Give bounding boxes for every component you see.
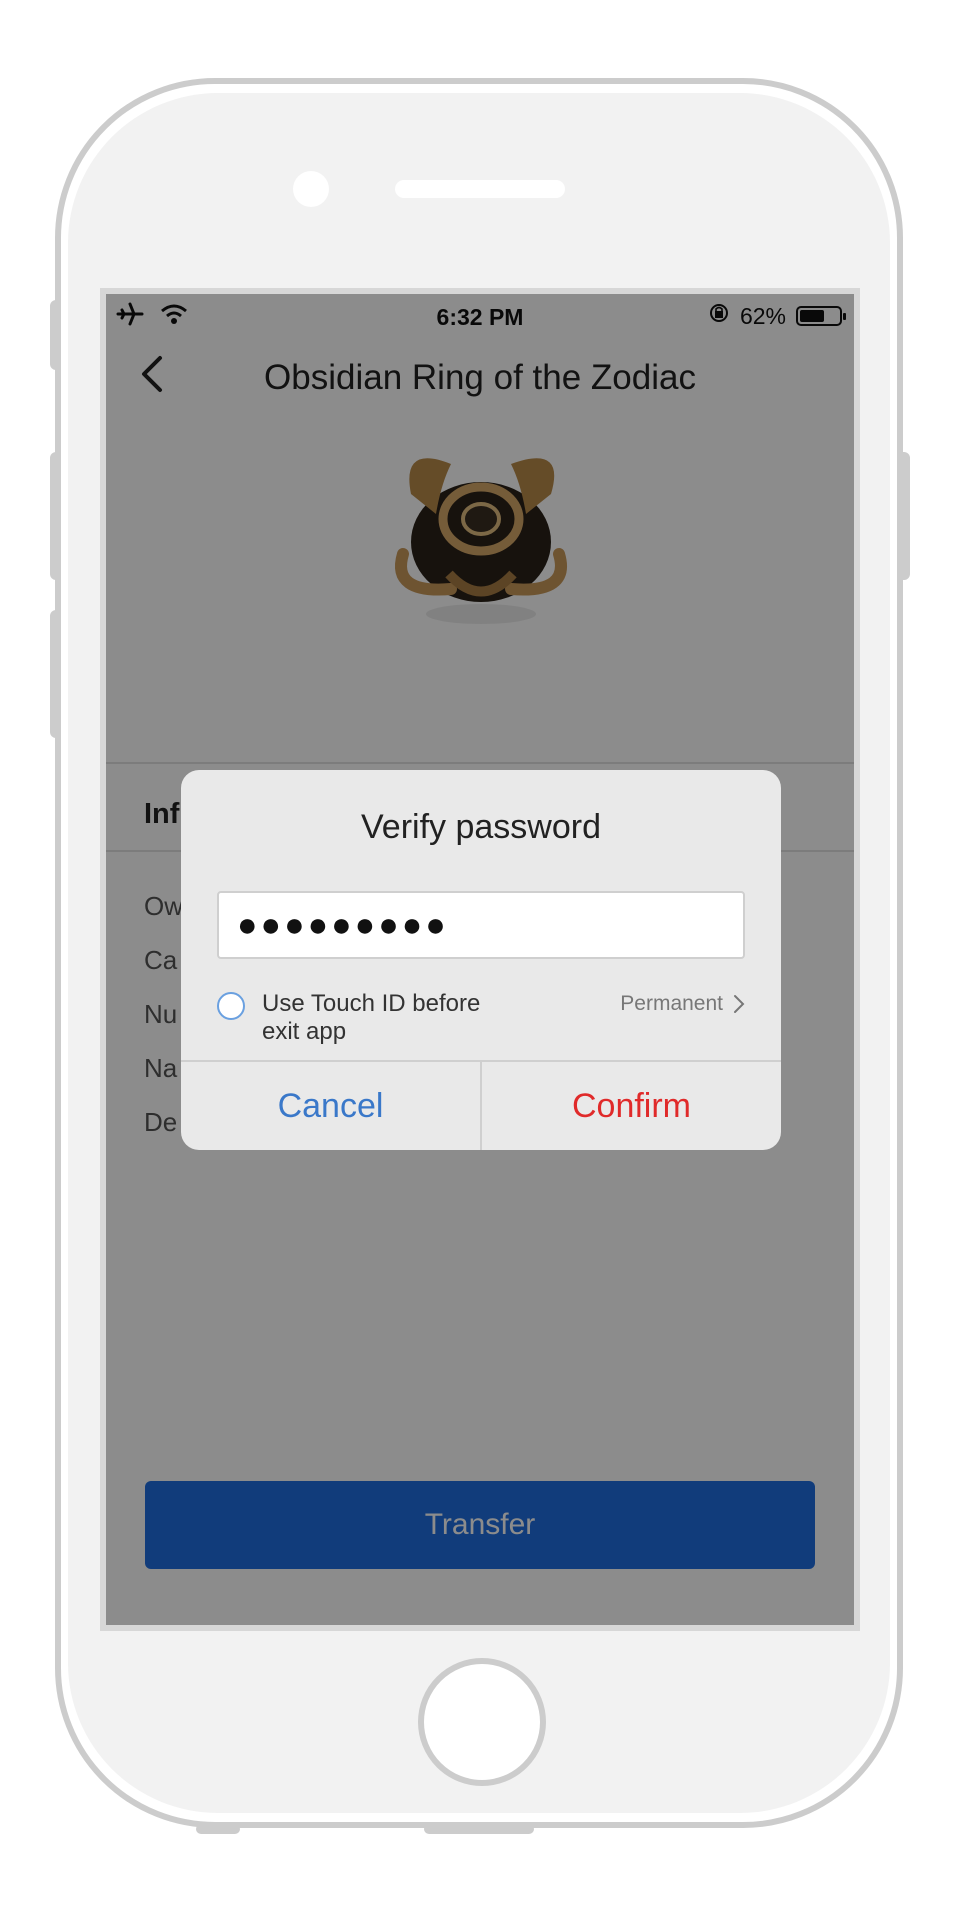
cancel-button[interactable]: Cancel [181, 1062, 482, 1150]
duration-selector[interactable]: Permanent [620, 992, 745, 1016]
earpiece-speaker [395, 180, 565, 198]
front-camera [293, 171, 329, 207]
dialog-title: Verify password [361, 808, 601, 846]
touch-id-radio[interactable] [217, 992, 245, 1020]
app-screen: 6:32 PM 62% Obsidian Ring of the Zodiac [100, 288, 860, 1631]
chevron-right-icon [734, 995, 745, 1013]
verify-password-dialog: Verify password Use Touch ID before exit… [181, 770, 781, 1150]
dialog-actions: Cancel Confirm [181, 1060, 781, 1150]
duration-label: Permanent [620, 992, 723, 1015]
touch-id-option[interactable]: Use Touch ID before exit app Permanent [217, 990, 745, 1050]
confirm-button[interactable]: Confirm [482, 1062, 781, 1150]
password-input[interactable] [217, 891, 745, 959]
home-button[interactable] [418, 1658, 546, 1786]
touch-id-label: Use Touch ID before exit app [262, 990, 481, 1045]
